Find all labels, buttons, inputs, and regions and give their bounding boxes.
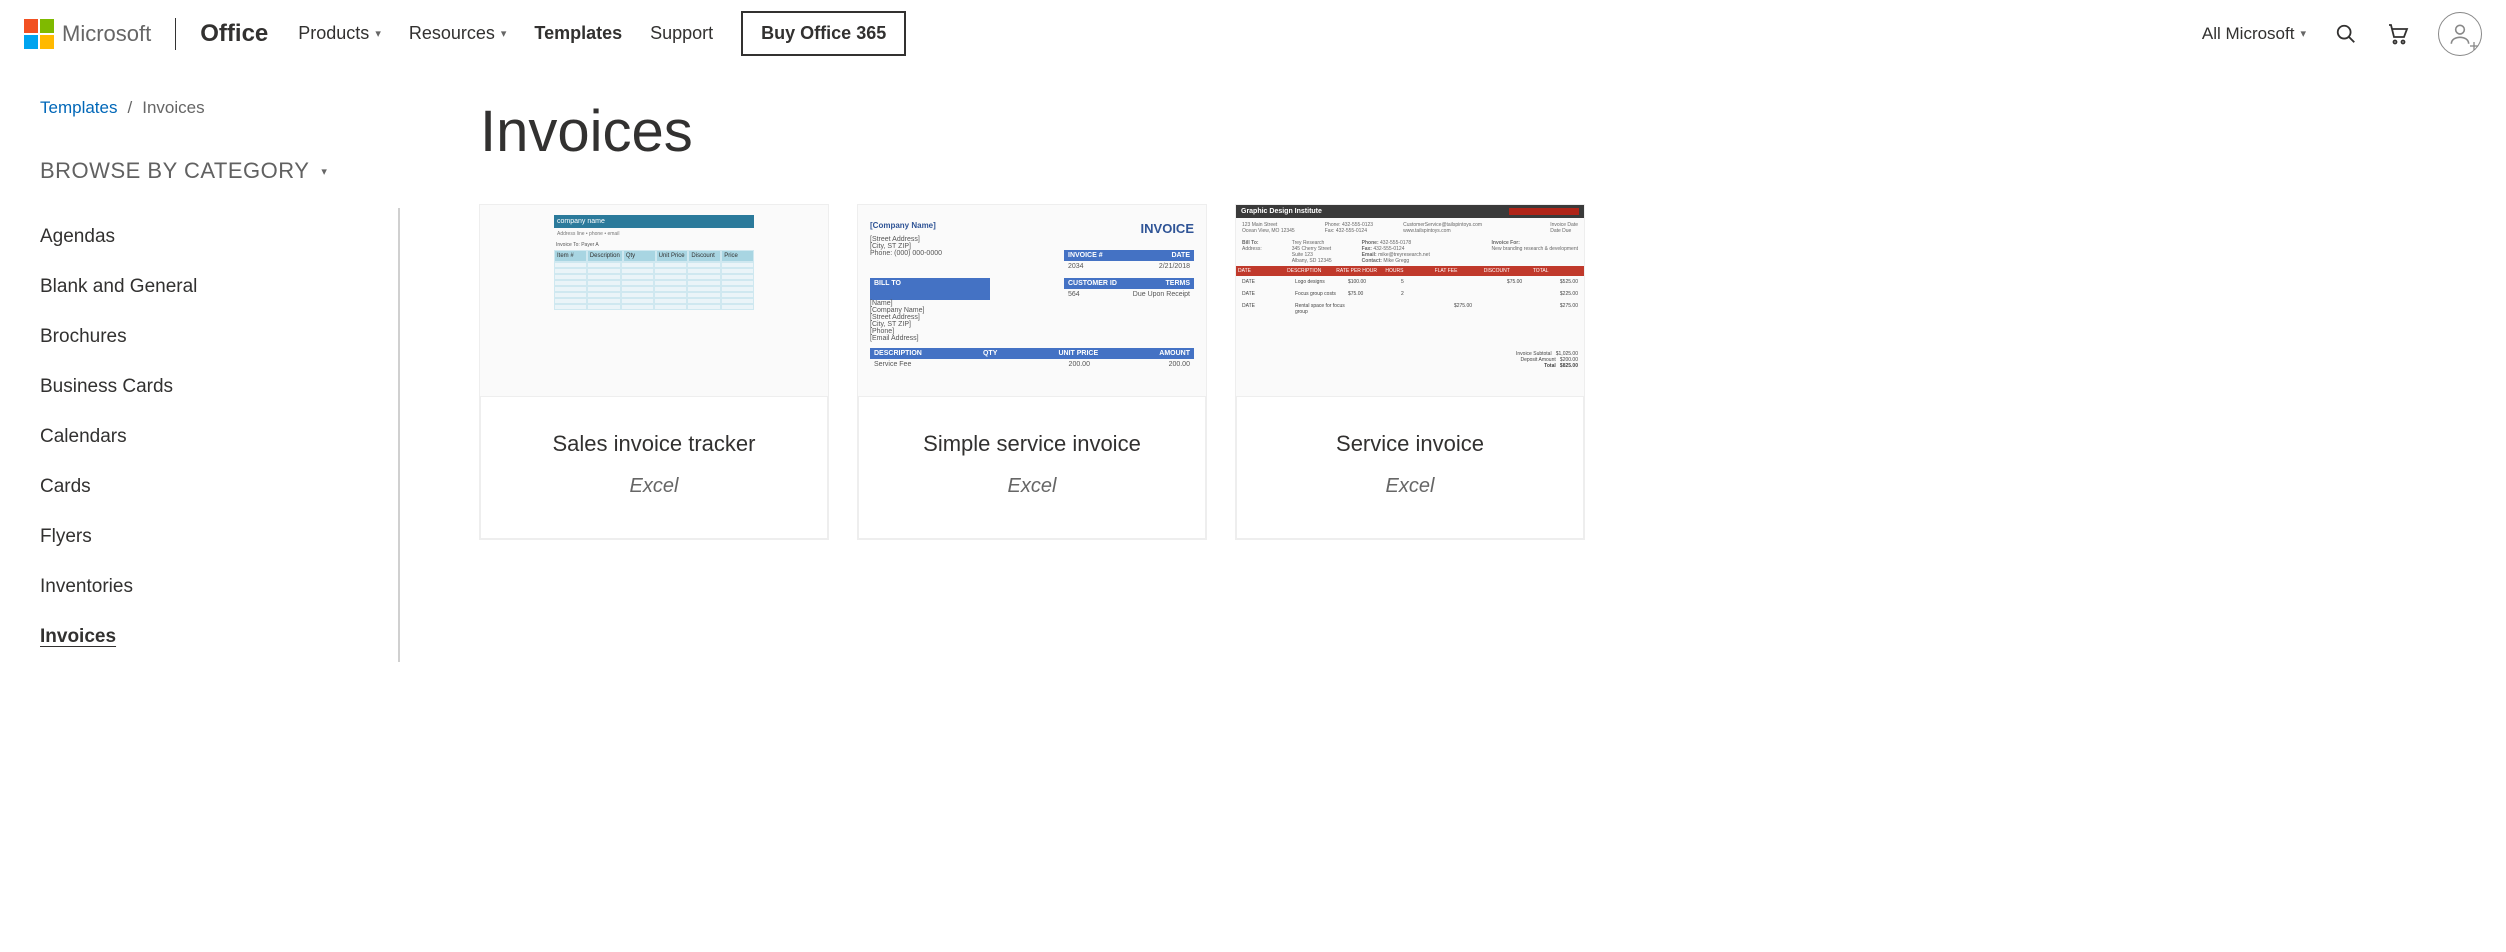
template-title: Service invoice: [1257, 431, 1563, 457]
template-grid: company name Address line • phone • emai…: [480, 205, 2466, 539]
template-card-body: Simple service invoice Excel: [858, 397, 1206, 539]
chevron-down-icon: ▾: [375, 27, 381, 40]
all-microsoft-label: All Microsoft: [2202, 24, 2295, 44]
category-brochures[interactable]: Brochures: [40, 326, 127, 347]
all-microsoft-menu[interactable]: All Microsoft ▾: [2202, 24, 2306, 44]
category-calendars[interactable]: Calendars: [40, 426, 127, 447]
cart-button[interactable]: [2386, 22, 2410, 46]
nav-resources[interactable]: Resources ▾: [409, 23, 507, 44]
template-thumbnail: company name Address line • phone • emai…: [480, 205, 828, 397]
template-thumbnail: Graphic Design Institute 123 Main Street…: [1236, 205, 1584, 397]
chevron-down-icon: ▾: [501, 27, 507, 40]
search-icon: [2335, 23, 2357, 45]
microsoft-wordmark: Microsoft: [62, 21, 151, 47]
header-divider: [175, 18, 176, 50]
primary-nav: Products ▾ Resources ▾ Templates Support B…: [298, 11, 906, 56]
search-button[interactable]: [2334, 22, 2358, 46]
template-title: Simple service invoice: [879, 431, 1185, 457]
category-inventories[interactable]: Inventories: [40, 576, 133, 597]
header-right: All Microsoft ▾: [2202, 12, 2482, 56]
chevron-down-icon: ▾: [321, 165, 327, 178]
microsoft-logo-link[interactable]: Microsoft: [24, 19, 151, 49]
account-button[interactable]: [2438, 12, 2482, 56]
microsoft-logo-icon: [24, 19, 54, 49]
category-blank-general[interactable]: Blank and General: [40, 276, 197, 297]
chevron-down-icon: ▾: [2300, 27, 2306, 40]
template-app: Excel: [501, 475, 807, 498]
buy-office-button[interactable]: Buy Office 365: [741, 11, 906, 56]
category-list: Agendas Blank and General Brochures Busi…: [40, 208, 400, 662]
browse-heading-label: BROWSE BY CATEGORY: [40, 158, 309, 184]
category-cards[interactable]: Cards: [40, 476, 91, 497]
sidebar: Templates / Invoices BROWSE BY CATEGORY …: [40, 98, 400, 662]
template-card-service-invoice[interactable]: Graphic Design Institute 123 Main Street…: [1236, 205, 1584, 539]
template-title: Sales invoice tracker: [501, 431, 807, 457]
template-thumbnail: [Company Name]INVOICE [Street Address] […: [858, 205, 1206, 397]
nav-products-label: Products: [298, 23, 369, 44]
category-agendas[interactable]: Agendas: [40, 226, 115, 247]
template-card-body: Sales invoice tracker Excel: [480, 397, 828, 539]
breadcrumb-templates[interactable]: Templates: [40, 98, 117, 118]
global-header: Microsoft Office Products ▾ Resources ▾ Te…: [0, 0, 2506, 68]
template-card-sales-invoice-tracker[interactable]: company name Address line • phone • emai…: [480, 205, 828, 539]
category-business-cards[interactable]: Business Cards: [40, 376, 173, 397]
breadcrumb-current: Invoices: [142, 98, 204, 118]
nav-support[interactable]: Support: [650, 23, 713, 44]
content-area: Templates / Invoices BROWSE BY CATEGORY …: [0, 68, 2506, 692]
nav-templates[interactable]: Templates: [534, 23, 622, 44]
breadcrumb-separator: /: [127, 98, 132, 118]
template-app: Excel: [879, 475, 1185, 498]
template-card-body: Service invoice Excel: [1236, 397, 1584, 539]
nav-products[interactable]: Products ▾: [298, 23, 381, 44]
page-title: Invoices: [480, 98, 2466, 165]
category-invoices[interactable]: Invoices: [40, 626, 116, 647]
main-content: Invoices company name Address line • pho…: [400, 98, 2466, 662]
office-brand-link[interactable]: Office: [200, 20, 268, 48]
plus-icon: [2469, 41, 2479, 51]
breadcrumb: Templates / Invoices: [40, 98, 400, 118]
template-card-simple-service-invoice[interactable]: [Company Name]INVOICE [Street Address] […: [858, 205, 1206, 539]
category-flyers[interactable]: Flyers: [40, 526, 92, 547]
template-app: Excel: [1257, 475, 1563, 498]
cart-icon: [2386, 22, 2410, 46]
browse-by-category-toggle[interactable]: BROWSE BY CATEGORY ▾: [40, 158, 400, 184]
nav-resources-label: Resources: [409, 23, 495, 44]
